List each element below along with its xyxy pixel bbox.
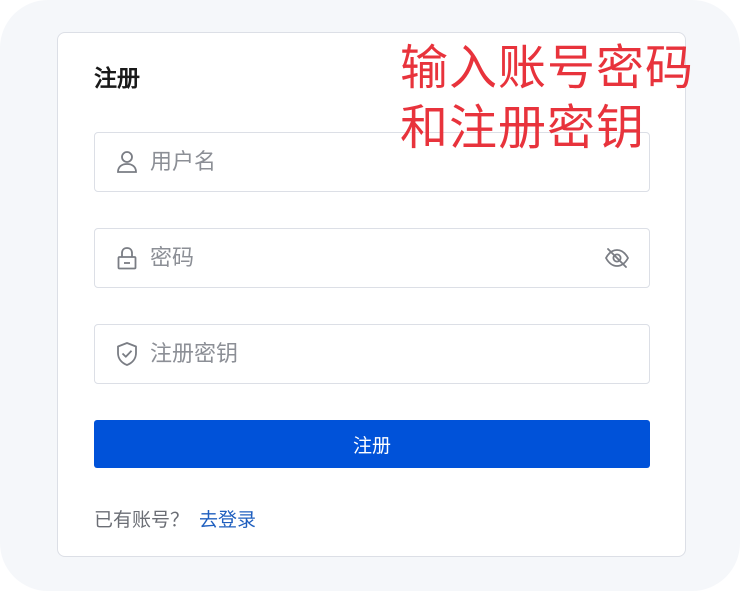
shield-check-icon (114, 341, 140, 367)
register-button[interactable]: 注册 (94, 420, 650, 468)
annotation-line-2: 和注册密钥 (400, 100, 646, 156)
register-key-input[interactable] (150, 334, 649, 374)
login-prompt: 已有账号？ 去登录 (94, 507, 256, 533)
password-field[interactable] (94, 228, 650, 288)
eye-off-icon[interactable] (603, 244, 631, 272)
has-account-text: 已有账号？ (94, 509, 190, 531)
login-link[interactable]: 去登录 (199, 509, 256, 531)
password-input[interactable] (150, 238, 603, 278)
register-key-field[interactable] (94, 324, 650, 384)
user-icon (114, 149, 140, 175)
annotation-overlay: 输入账号密码 和注册密钥 (400, 38, 730, 158)
annotation-line-1: 输入账号密码 (400, 40, 695, 96)
lock-icon (114, 245, 140, 271)
form-title: 注册 (94, 66, 140, 92)
